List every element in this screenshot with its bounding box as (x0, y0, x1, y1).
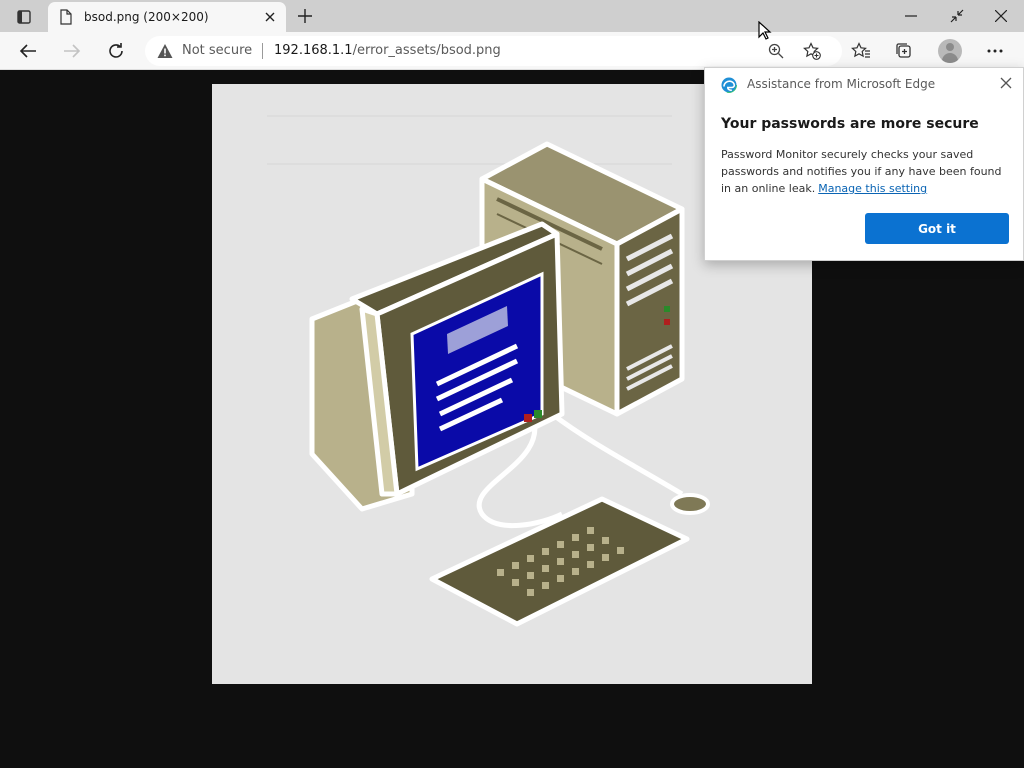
title-bar: bsod.png (200×200) (0, 0, 1024, 32)
manage-setting-link[interactable]: Manage this setting (818, 182, 927, 195)
new-tab-button[interactable] (294, 5, 316, 27)
tab-actions-icon[interactable] (10, 6, 38, 28)
browser-tab[interactable]: bsod.png (200×200) (48, 2, 286, 32)
address-divider (262, 43, 263, 59)
close-window-button[interactable] (978, 0, 1024, 32)
collections-icon[interactable] (889, 37, 919, 65)
refresh-icon[interactable] (101, 37, 131, 65)
back-arrow-icon[interactable] (13, 37, 43, 65)
more-icon[interactable] (980, 37, 1010, 65)
profile-head (946, 43, 954, 51)
got-it-button[interactable]: Got it (865, 213, 1009, 244)
toolbar: Not secure 192.168.1.1/error_assets/bsod… (0, 32, 1024, 70)
close-popup-icon[interactable] (997, 74, 1015, 92)
close-tab-icon[interactable] (262, 9, 278, 25)
address-bar[interactable]: Not secure 192.168.1.1/error_assets/bsod… (145, 36, 842, 66)
edge-logo-icon (721, 77, 737, 93)
document-icon (58, 9, 74, 25)
security-label[interactable]: Not secure (182, 43, 252, 58)
password-monitor-popup: Assistance from Microsoft Edge Your pass… (704, 67, 1024, 261)
popup-body: Password Monitor securely checks your sa… (721, 146, 1013, 197)
mouse-cursor-icon (758, 21, 772, 40)
tab-title: bsod.png (200×200) (84, 10, 209, 24)
url-path: /error_assets/bsod.png (352, 43, 501, 58)
add-favorite-icon[interactable] (801, 41, 823, 61)
minimize-button[interactable] (888, 0, 934, 32)
url-text[interactable]: 192.168.1.1/error_assets/bsod.png (274, 43, 501, 58)
forward-arrow-icon[interactable] (57, 37, 87, 65)
profile-body (942, 53, 958, 63)
zoom-in-icon[interactable] (765, 41, 787, 61)
url-host: 192.168.1.1 (274, 43, 353, 58)
profile-icon[interactable] (938, 39, 962, 63)
favorites-icon[interactable] (846, 37, 876, 65)
restore-button[interactable] (934, 0, 980, 32)
popup-header: Assistance from Microsoft Edge (747, 77, 936, 91)
warning-icon[interactable] (157, 43, 173, 59)
popup-title: Your passwords are more secure (721, 116, 979, 132)
